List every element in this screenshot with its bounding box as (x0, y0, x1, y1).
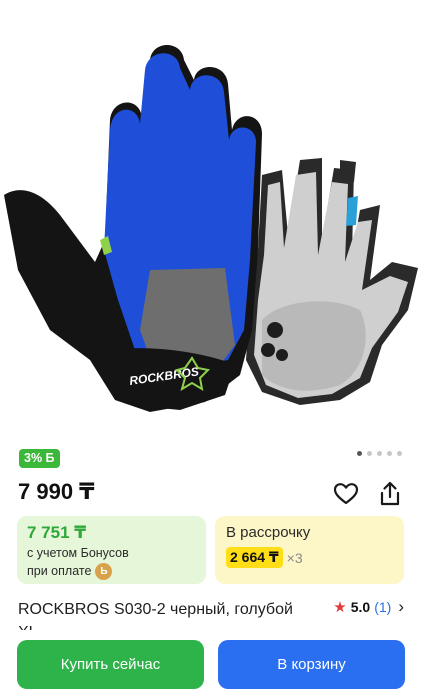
installment-months: ×3 (286, 549, 303, 566)
add-to-cart-button[interactable]: В корзину (218, 640, 405, 689)
bonus-note-text2: при оплате (27, 564, 92, 578)
review-count[interactable]: (1) (374, 599, 391, 615)
gallery-dot[interactable] (397, 451, 402, 456)
favorite-button[interactable] (332, 480, 360, 508)
product-photo: ROCKBROS (4, 45, 418, 412)
buy-now-button[interactable]: Купить сейчас (17, 640, 204, 689)
gallery-dot[interactable] (377, 451, 382, 456)
glove-back: ROCKBROS (4, 45, 262, 412)
bottom-action-bar: Купить сейчас В корзину (0, 630, 422, 699)
chevron-right-icon: › (398, 597, 404, 616)
glove-palm (246, 158, 418, 405)
installment-card[interactable]: В рассрочку 2 664 ₸ ×3 (215, 516, 404, 584)
rating-summary[interactable]: ★ 5.0 (1) › (333, 597, 404, 617)
bonus-note-line1: с учетом Бонусов (27, 544, 196, 562)
bonus-note-line2: при оплате Ь (27, 562, 196, 580)
rating-score: 5.0 (350, 599, 371, 615)
share-button[interactable] (376, 480, 404, 508)
bonus-coin-icon: Ь (95, 562, 113, 580)
product-title: ROCKBROS S030-2 черный, голубой XL (18, 601, 293, 634)
bonus-percent-badge: 3% Б (19, 449, 60, 468)
bonus-price-card[interactable]: 7 751 ₸ с учетом Бонусов при оплате Ь (17, 516, 206, 584)
heart-icon (333, 483, 359, 505)
share-icon (380, 481, 400, 506)
gallery-dot[interactable] (367, 451, 372, 456)
gallery-dot[interactable] (387, 451, 392, 456)
gallery-pagination (357, 451, 402, 456)
bonus-price-amount: 7 751 ₸ (27, 523, 87, 542)
gallery-dot[interactable] (357, 451, 362, 456)
product-price: 7 990 ₸ (18, 479, 95, 504)
installment-row: 2 664 ₸ ×3 (226, 547, 393, 568)
star-icon: ★ (333, 599, 347, 616)
installment-amount: 2 664 ₸ (226, 547, 283, 568)
installment-label: В рассрочку (226, 524, 311, 541)
product-image-gallery[interactable]: ROCKBROS (0, 0, 422, 440)
bonus-note-text1: с учетом Бонусов (27, 546, 129, 560)
